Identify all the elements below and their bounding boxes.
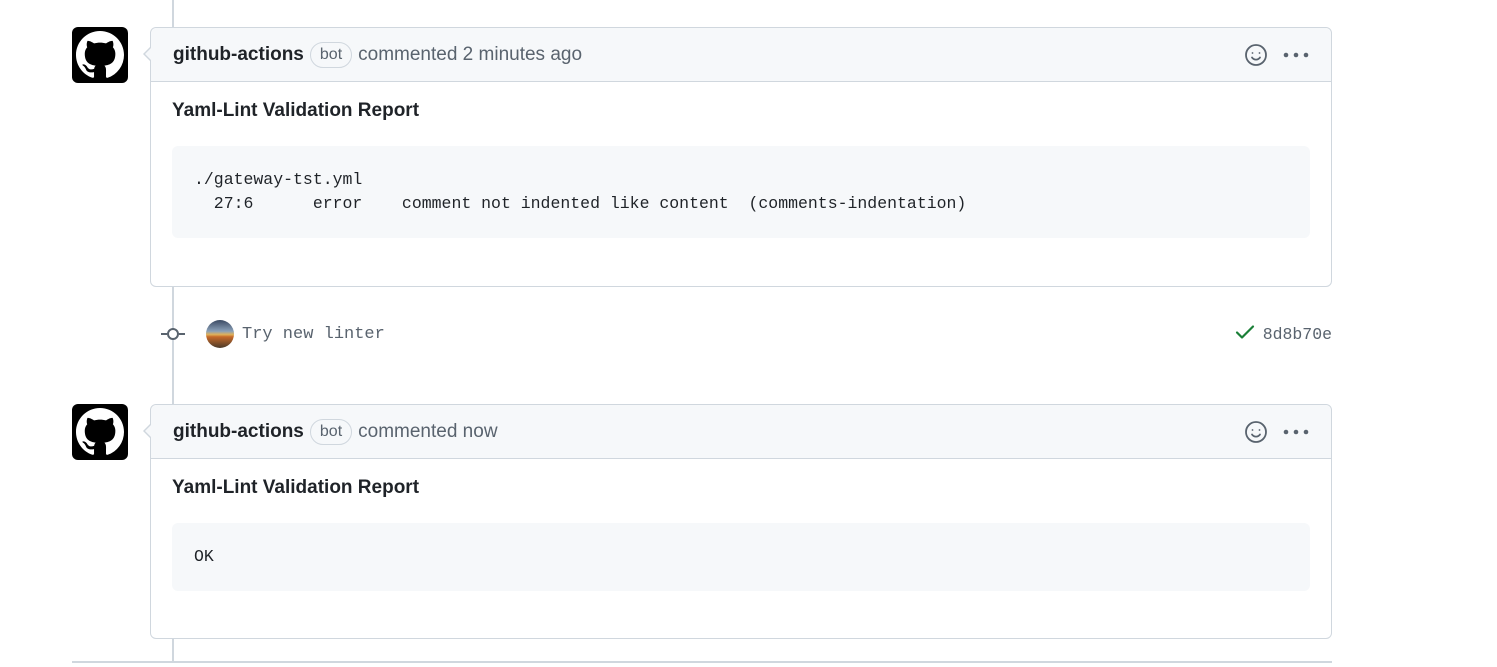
comment-actions (1243, 419, 1309, 445)
github-mark-icon (76, 408, 124, 455)
avatar[interactable] (72, 27, 128, 83)
check-icon[interactable] (1235, 324, 1255, 345)
comment-author[interactable]: github-actions (173, 421, 304, 443)
avatar[interactable] (206, 320, 234, 348)
comment: github-actions bot commented 2 minutes a… (143, 27, 1332, 287)
divider (72, 661, 1332, 663)
comment-header: github-actions bot commented now (143, 405, 1331, 459)
commit-row: Try new linter 8d8b70e (160, 318, 1332, 350)
comment: github-actions bot commented now Yaml-Li… (143, 404, 1332, 639)
avatar[interactable] (72, 404, 128, 460)
smiley-icon[interactable] (1243, 419, 1269, 445)
timeline-line (172, 0, 174, 28)
code-block: OK (172, 523, 1310, 591)
commit-sha[interactable]: 8d8b70e (1263, 325, 1332, 344)
report-title: Yaml-Lint Validation Report (172, 100, 420, 121)
report-title: Yaml-Lint Validation Report (172, 477, 420, 498)
commit-message[interactable]: Try new linter (242, 325, 385, 344)
comment-timestamp[interactable]: commented now (358, 421, 497, 443)
git-commit-icon (160, 327, 186, 341)
kebab-horizontal-icon[interactable] (1283, 42, 1309, 68)
comment-header: github-actions bot commented 2 minutes a… (143, 28, 1331, 82)
bot-badge: bot (309, 41, 353, 68)
bot-badge: bot (309, 418, 353, 445)
smiley-icon[interactable] (1243, 42, 1269, 68)
comment-timestamp[interactable]: commented 2 minutes ago (358, 44, 582, 66)
commit-status: 8d8b70e (1235, 324, 1332, 345)
github-mark-icon (76, 31, 124, 78)
comment-author[interactable]: github-actions (173, 44, 304, 66)
comment-actions (1243, 42, 1309, 68)
comment-caret (137, 423, 153, 439)
kebab-horizontal-icon[interactable] (1283, 419, 1309, 445)
comment-body: Yaml-Lint Validation Report OK (151, 459, 1331, 613)
comment-caret (137, 46, 153, 62)
comment-body: Yaml-Lint Validation Report ./gateway-ts… (151, 82, 1331, 260)
timeline-line (172, 638, 174, 662)
code-block: ./gateway-tst.yml 27:6 error comment not… (172, 146, 1310, 238)
